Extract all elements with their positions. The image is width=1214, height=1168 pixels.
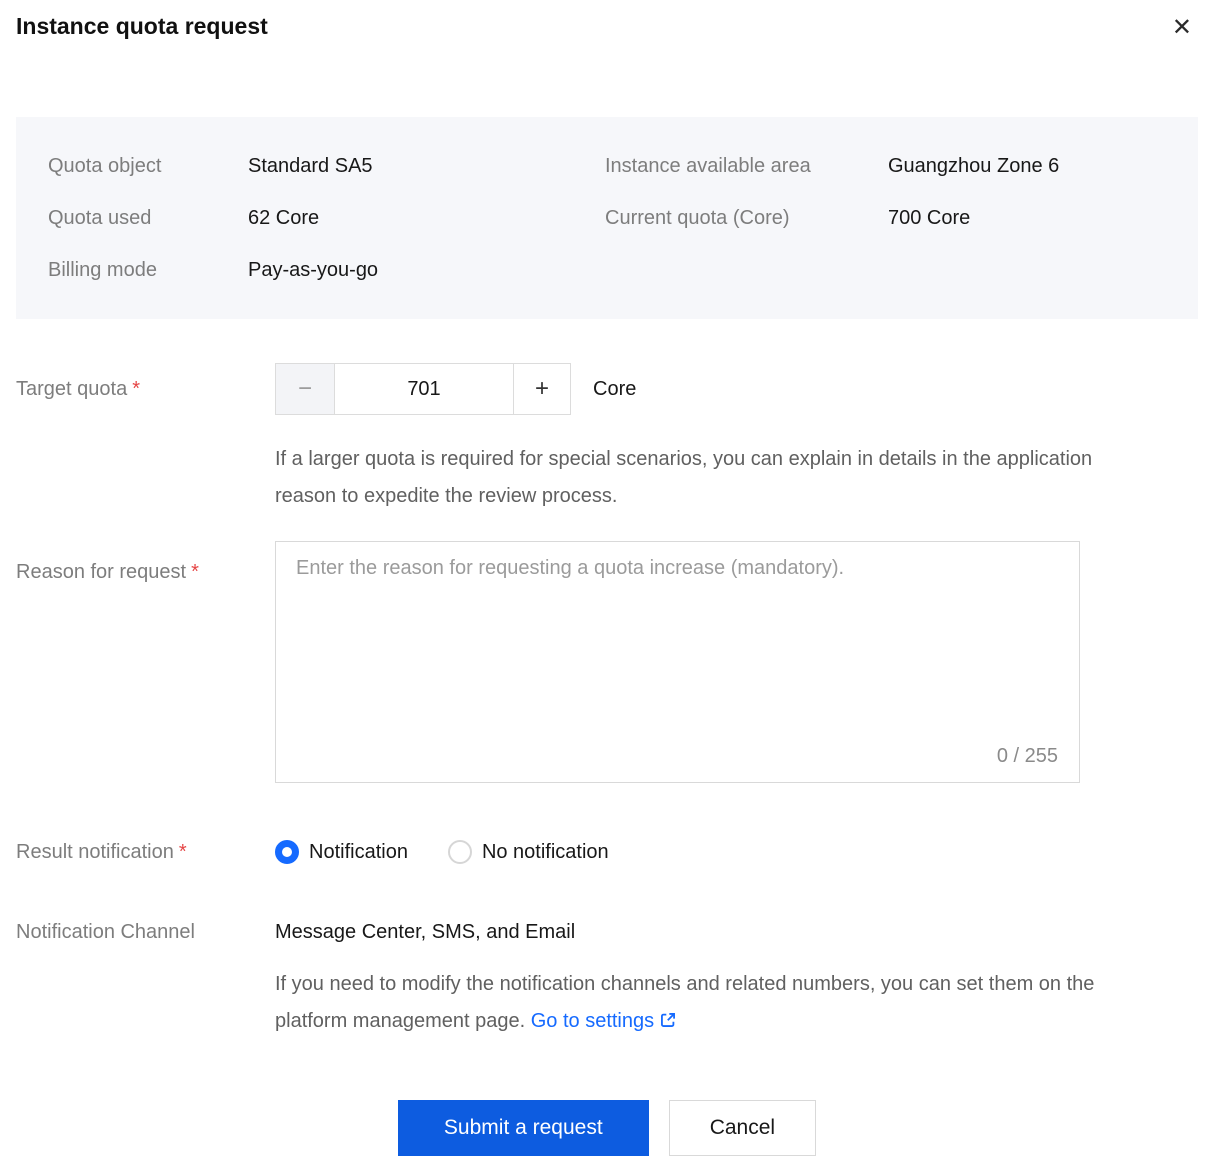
reason-label-text: Reason for request: [16, 561, 186, 583]
cancel-button[interactable]: Cancel: [669, 1100, 816, 1156]
dialog-header: Instance quota request ✕: [0, 0, 1214, 54]
radio-option-notification-label: Notification: [309, 841, 408, 864]
quota-request-form: Target quota* − + Core If a larger quota…: [16, 363, 1198, 1156]
notification-channel-value: Message Center, SMS, and Email: [275, 921, 575, 944]
info-label-quota-object: Quota object: [48, 155, 248, 178]
required-asterisk: *: [191, 561, 199, 583]
instance-quota-request-dialog: Instance quota request ✕ Quota object St…: [0, 0, 1214, 1156]
notification-channel-help-body: If you need to modify the notification c…: [275, 973, 1094, 1032]
quota-info-panel: Quota object Standard SA5 Instance avail…: [16, 117, 1198, 319]
target-quota-help-text: If a larger quota is required for specia…: [275, 441, 1155, 515]
submit-button[interactable]: Submit a request: [398, 1100, 649, 1156]
stepper-plus-button[interactable]: +: [513, 363, 571, 415]
close-icon[interactable]: ✕: [1168, 12, 1196, 44]
result-notification-label: Result notification*: [16, 841, 275, 864]
reason-row: Reason for request* 0 / 255: [16, 541, 1198, 788]
radio-option-no-notification[interactable]: No notification: [448, 840, 609, 864]
required-asterisk: *: [132, 378, 140, 400]
result-notification-row: Result notification* Notification No not…: [16, 838, 1198, 866]
radio-unselected-icon: [448, 840, 472, 864]
go-to-settings-link[interactable]: Go to settings: [531, 1010, 677, 1032]
info-value-current-quota: 700 Core: [888, 207, 1198, 230]
target-quota-label-text: Target quota: [16, 378, 127, 400]
info-label-billing-mode: Billing mode: [48, 259, 248, 282]
info-value-available-area: Guangzhou Zone 6: [888, 155, 1198, 178]
info-value-quota-used: 62 Core: [248, 207, 605, 230]
reason-label: Reason for request*: [16, 541, 275, 584]
radio-selected-icon: [275, 840, 299, 864]
info-label-current-quota: Current quota (Core): [605, 207, 888, 230]
radio-option-no-notification-label: No notification: [482, 841, 609, 864]
reason-textarea-container: 0 / 255: [275, 541, 1080, 788]
info-label-quota-used: Quota used: [48, 207, 248, 230]
target-quota-row: Target quota* − + Core: [16, 363, 1198, 415]
go-to-settings-link-label: Go to settings: [531, 1010, 654, 1032]
radio-option-notification[interactable]: Notification: [275, 840, 408, 864]
dialog-footer: Submit a request Cancel: [16, 1100, 1198, 1156]
target-quota-input[interactable]: [334, 363, 514, 415]
reason-textarea[interactable]: [275, 541, 1080, 783]
quantity-stepper: − +: [275, 363, 571, 415]
char-counter: 0 / 255: [997, 745, 1058, 768]
result-notification-label-text: Result notification: [16, 841, 174, 863]
notification-channel-help-text: If you need to modify the notification c…: [275, 966, 1155, 1040]
info-value-billing-mode: Pay-as-you-go: [248, 259, 605, 282]
info-label-available-area: Instance available area: [605, 155, 888, 178]
target-quota-label: Target quota*: [16, 378, 275, 401]
stepper-minus-button[interactable]: −: [275, 363, 335, 415]
quota-unit-label: Core: [593, 378, 636, 401]
dialog-title: Instance quota request: [16, 13, 1198, 40]
result-notification-radio-group: Notification No notification: [275, 840, 609, 864]
required-asterisk: *: [179, 841, 187, 863]
notification-channel-row: Notification Channel Message Center, SMS…: [16, 918, 1198, 946]
notification-channel-label: Notification Channel: [16, 921, 275, 944]
info-value-quota-object: Standard SA5: [248, 155, 605, 178]
external-link-icon: [659, 1011, 677, 1029]
